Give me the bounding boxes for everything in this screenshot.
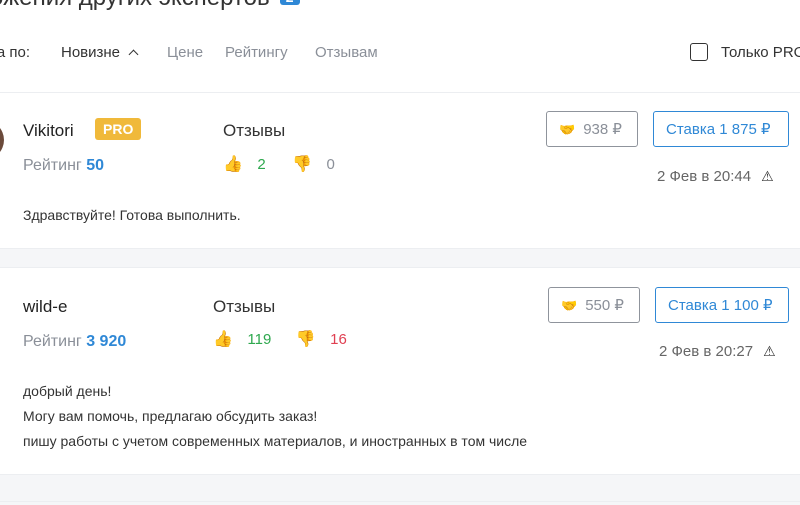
page-title-text: ожения других экспертов bbox=[0, 0, 270, 11]
bid-date: 2 Фев в 20:44 ⚠ bbox=[657, 168, 774, 185]
sort-option-reviews[interactable]: Отзывам bbox=[315, 44, 378, 61]
likes-count: 2 bbox=[257, 156, 266, 173]
warning-icon[interactable]: ⚠ bbox=[761, 168, 774, 184]
rating-label: Рейтинг bbox=[23, 333, 82, 350]
sort-option-label: Новизне bbox=[61, 44, 121, 61]
rating-value: 50 bbox=[86, 157, 104, 174]
page-title: ожения других экспертов 2 bbox=[0, 0, 300, 12]
date-text: 2 Фев в 20:44 bbox=[657, 168, 752, 185]
reviews-counts: 👍 119 👎 16 bbox=[213, 329, 347, 349]
handshake-icon: 🤝 bbox=[561, 298, 578, 313]
message-line: добрый день! bbox=[23, 383, 112, 399]
price-value: 938 ₽ bbox=[583, 121, 622, 138]
price-value: 550 ₽ bbox=[585, 297, 624, 314]
message-line: Здравствуйте! Готова выполнить. bbox=[23, 207, 241, 223]
pro-only-label[interactable]: Только PRO bbox=[721, 44, 800, 61]
message-line: Могу вам помочь, предлагаю обсудить зака… bbox=[23, 408, 318, 424]
bid-button[interactable]: Ставка 1 875 ₽ bbox=[653, 111, 789, 147]
user-rating: Рейтинг 3 920 bbox=[23, 333, 126, 351]
reviews-counts: 👍 2 👎 0 bbox=[223, 154, 335, 174]
price-box: 🤝 938 ₽ bbox=[546, 111, 638, 147]
date-text: 2 Фев в 20:27 bbox=[659, 343, 754, 360]
thumbs-up-icon: 👍 bbox=[213, 331, 233, 348]
reviews-title: Отзывы bbox=[223, 121, 286, 140]
thumbs-up-icon: 👍 bbox=[223, 156, 243, 173]
bid-message: добрый день! Могу вам помочь, предлагаю … bbox=[23, 379, 527, 454]
sort-option-newest[interactable]: Новизне bbox=[61, 44, 139, 61]
count-badge: 2 bbox=[279, 0, 300, 5]
rating-value: 3 920 bbox=[86, 333, 127, 350]
bid-button[interactable]: Ставка 1 100 ₽ bbox=[655, 287, 789, 323]
pro-badge: PRO bbox=[95, 118, 142, 140]
pro-only-checkbox[interactable] bbox=[690, 43, 708, 61]
sort-option-price[interactable]: Цене bbox=[167, 44, 203, 61]
user-rating: Рейтинг 50 bbox=[23, 157, 104, 175]
separator-band bbox=[0, 249, 800, 267]
user-name[interactable]: Vikitori bbox=[23, 121, 74, 141]
sort-label: ка по: bbox=[0, 44, 31, 61]
sort-option-rating[interactable]: Рейтингу bbox=[225, 44, 288, 61]
dislikes-count: 16 bbox=[330, 331, 347, 348]
bid-date: 2 Фев в 20:27 ⚠ bbox=[659, 343, 776, 360]
user-name[interactable]: wild-e bbox=[23, 297, 67, 317]
likes-count: 119 bbox=[247, 331, 272, 348]
handshake-icon: 🤝 bbox=[559, 122, 576, 137]
chevron-up-icon bbox=[128, 49, 139, 60]
warning-icon[interactable]: ⚠ bbox=[763, 343, 776, 359]
divider bbox=[0, 501, 800, 502]
rating-label: Рейтинг bbox=[23, 157, 82, 174]
bid-message: Здравствуйте! Готова выполнить. bbox=[23, 203, 241, 228]
reviews-title: Отзывы bbox=[213, 297, 276, 316]
thumbs-down-icon: 👎 bbox=[292, 156, 313, 173]
dislikes-count: 0 bbox=[326, 156, 335, 173]
message-line: пишу работы с учетом современных материа… bbox=[23, 433, 528, 449]
avatar[interactable] bbox=[0, 120, 4, 160]
price-box: 🤝 550 ₽ bbox=[548, 287, 640, 323]
divider bbox=[0, 92, 800, 93]
divider bbox=[0, 267, 800, 268]
thumbs-down-icon: 👎 bbox=[295, 331, 316, 348]
